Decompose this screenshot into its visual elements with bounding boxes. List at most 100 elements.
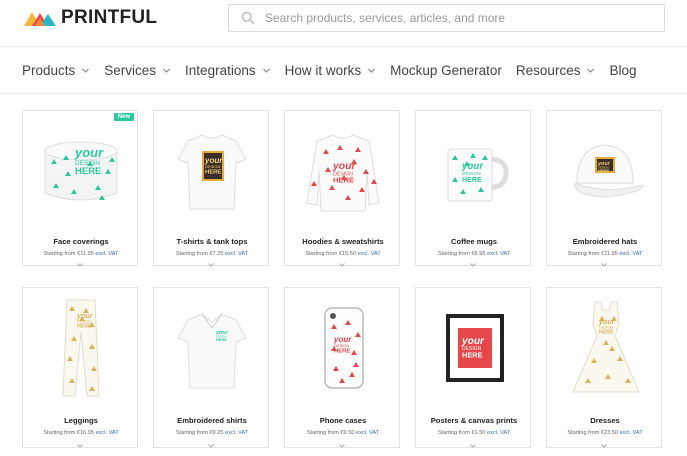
product-card-embroidered-hats[interactable]: your DESIGN HERE Embroidered hats Starting f… <box>546 110 663 268</box>
nav-item-label: Resources <box>515 62 581 78</box>
price-text: Starting from €11.95 <box>43 251 94 257</box>
product-title[interactable]: Phone cases <box>285 416 401 425</box>
expand-chevron-icon[interactable] <box>207 262 215 268</box>
nav-item-products[interactable]: Products <box>22 63 90 78</box>
product-card-dresses[interactable]: your DESIGN HERE Dresses Starting from €23.5… <box>546 287 662 448</box>
price-text: Starting from €7.25 <box>175 251 224 257</box>
expand-chevron-icon[interactable] <box>469 443 477 449</box>
chevron-down-icon <box>368 68 376 73</box>
product-title[interactable]: Posters & canvas prints <box>416 416 532 425</box>
svg-text:DESIGN: DESIGN <box>334 343 349 348</box>
product-price: Starting from €6.95 excl. VAT <box>416 251 532 257</box>
vat-label: excl. VAT <box>357 251 381 257</box>
svg-text:your: your <box>76 312 94 320</box>
product-price: Starting from €7.25 excl. VAT <box>154 251 270 257</box>
svg-text:HERE: HERE <box>334 349 350 355</box>
price-text: Starting from €1.50 <box>437 430 486 436</box>
vat-label: excl. VAT <box>95 251 119 257</box>
product-title[interactable]: Dresses <box>547 416 663 425</box>
search-icon <box>241 11 255 25</box>
price-text: Starting from €9.50 <box>306 430 355 436</box>
product-price: Starting from €9.25 excl. VAT <box>154 430 270 436</box>
nav-item-label: Integrations <box>185 62 256 78</box>
vat-label: excl. VAT <box>356 430 380 436</box>
vat-label: excl. VAT <box>619 430 643 436</box>
product-card-embroidered-shirts[interactable]: your DESIGN HERE Embroidered shirts Starting… <box>153 287 269 448</box>
expand-chevron-icon[interactable] <box>207 443 215 449</box>
product-card-coffee-mugs[interactable]: your DESIGN HERE Coffee mugs Starting from €… <box>415 110 532 268</box>
nav-item-how-it-works[interactable]: How it works <box>285 63 377 78</box>
product-title[interactable]: T-shirts & tank tops <box>154 237 270 246</box>
nav-item-resources[interactable]: Resources <box>516 63 596 78</box>
product-price: Starting from €23.50 excl. VAT <box>547 430 663 436</box>
expand-chevron-icon[interactable] <box>469 262 477 268</box>
product-card-leggings[interactable]: your DESIGN HERE Leggings Starting from €16.… <box>22 287 138 448</box>
mug-icon: yourDESIGNHERE <box>447 148 509 202</box>
nav-item-mockup-generator[interactable]: Mockup Generator <box>390 63 502 78</box>
vat-label: excl. VAT <box>619 251 643 257</box>
tshirt-icon: yourDESIGNHERE <box>177 134 247 210</box>
sweatshirt-icon: yourDESIGNHERE <box>306 134 380 212</box>
expand-chevron-icon[interactable] <box>76 262 84 268</box>
price-text: Starting from €9.25 <box>175 430 224 436</box>
expand-chevron-icon[interactable] <box>600 443 608 449</box>
hat-icon: yourDESIGNHERE <box>574 144 644 198</box>
dress-icon: yourDESIGNHERE <box>572 301 640 393</box>
svg-text:HERE: HERE <box>205 170 221 176</box>
product-title[interactable]: Hoodies & sweatshirts <box>285 237 401 246</box>
logo-mark-icon <box>24 12 56 26</box>
product-card-face-coverings[interactable]: your DESIGN HERE New Face coverings Starting … <box>22 110 139 268</box>
product-title[interactable]: Coffee mugs <box>416 237 532 246</box>
product-price: Starting from €1.50 excl. VAT <box>416 430 532 436</box>
product-price: Starting from €15.50 excl. VAT <box>285 251 401 257</box>
chevron-down-icon <box>262 68 270 73</box>
chevron-down-icon <box>82 68 90 73</box>
chevron-down-icon <box>163 68 170 73</box>
svg-text:HERE: HERE <box>75 166 101 177</box>
polo-shirt-icon: yourDESIGNHERE <box>177 313 247 389</box>
svg-text:your: your <box>332 161 356 172</box>
expand-chevron-icon[interactable] <box>338 262 346 268</box>
product-title[interactable]: Embroidered shirts <box>154 416 270 425</box>
chevron-down-icon <box>587 68 595 73</box>
svg-text:HERE: HERE <box>598 168 609 173</box>
product-price: Starting from €11.95 excl. VAT <box>23 251 139 257</box>
product-title[interactable]: Face coverings <box>23 237 139 246</box>
expand-chevron-icon[interactable] <box>338 443 346 449</box>
price-text: Starting from €23.50 <box>567 430 618 436</box>
nav-item-blog[interactable]: Blog <box>609 63 636 78</box>
expand-chevron-icon[interactable] <box>600 262 608 268</box>
vat-label: excl. VAT <box>487 430 511 436</box>
product-price: Starting from €11.95 excl. VAT <box>547 251 663 257</box>
leggings-icon: yourDESIGNHERE <box>62 299 100 397</box>
search-input[interactable] <box>265 11 645 25</box>
svg-text:HERE: HERE <box>333 176 354 185</box>
vat-label: excl. VAT <box>95 430 119 436</box>
nav-item-services[interactable]: Services <box>104 63 171 78</box>
nav-item-label: How it works <box>284 62 362 78</box>
expand-chevron-icon[interactable] <box>76 443 84 449</box>
svg-text:HERE: HERE <box>216 337 227 342</box>
svg-text:DESIGN: DESIGN <box>599 325 613 329</box>
product-card-hoodies-sweatshirts[interactable]: your DESIGN HERE Hoodies & sweatshirts Start… <box>284 110 401 268</box>
product-title[interactable]: Leggings <box>23 416 139 425</box>
price-text: Starting from €11.95 <box>567 251 618 257</box>
product-title[interactable]: Embroidered hats <box>547 237 663 246</box>
vat-label: excl. VAT <box>225 430 249 436</box>
svg-text:your: your <box>461 336 485 347</box>
nav-item-integrations[interactable]: Integrations <box>185 63 271 78</box>
product-price: Starting from €9.50 excl. VAT <box>285 430 401 436</box>
product-card-posters-canvas-prints[interactable]: your DESIGN HERE Posters & canvas prints Sta… <box>415 287 531 448</box>
vat-label: excl. VAT <box>225 251 249 257</box>
brand-name: PRINTFUL <box>61 7 158 28</box>
main-nav: Products Services Integrations How it works… <box>0 46 687 94</box>
product-card-t-shirts-tank-tops[interactable]: your DESIGN HERE T-shirts & tank tops Starti… <box>153 110 270 268</box>
nav-item-label: Mockup Generator <box>390 62 502 78</box>
search-bar[interactable] <box>228 4 665 32</box>
price-text: Starting from €16.95 <box>43 430 94 436</box>
svg-text:your: your <box>461 161 484 172</box>
printful-logo[interactable]: PRINTFUL <box>24 8 157 28</box>
face-covering-icon: yourDESIGNHERE <box>44 141 118 201</box>
product-card-phone-cases[interactable]: your DESIGN HERE Phone cases Starting from €… <box>284 287 400 448</box>
price-text: Starting from €6.95 <box>437 251 486 257</box>
